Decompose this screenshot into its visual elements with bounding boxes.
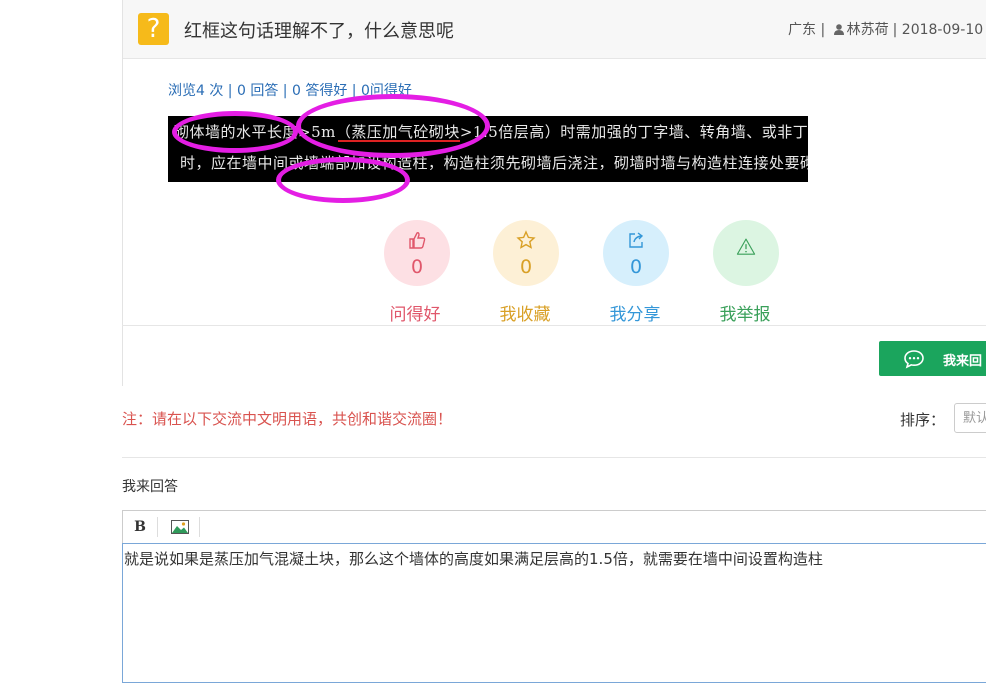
- author-name: 林苏荷: [846, 22, 889, 38]
- share-label[interactable]: 我分享: [595, 300, 675, 325]
- favorite-label[interactable]: 我收藏: [485, 300, 565, 325]
- share-count: 0: [629, 256, 643, 278]
- question-title: 红框这句话理解不了，什么意思呢: [184, 21, 454, 42]
- answers-count: 0 回答: [236, 83, 279, 99]
- report-label[interactable]: 我举报: [705, 300, 785, 325]
- answer-button-label: 我来回: [943, 354, 983, 369]
- like-button[interactable]: 0: [384, 220, 450, 286]
- like-label[interactable]: 问得好: [375, 300, 455, 325]
- question-meta: 广东 | 林苏荷| 2018-09-10 16: [788, 19, 986, 39]
- sort-select[interactable]: 默认: [954, 403, 986, 433]
- highlight-oval-3: [276, 157, 410, 203]
- views-count: 浏览4 次: [168, 83, 224, 99]
- highlight-oval-2: [296, 94, 490, 158]
- warning-icon: [736, 238, 756, 255]
- chat-bubble-icon: [904, 350, 924, 369]
- image-text-line-2: 时，应在墙中间或墙端部加设构造柱，构造柱须先砌墙后浇注，砌墙时墙与构造柱连接处要…: [180, 154, 808, 172]
- favorite-count: 0: [519, 256, 533, 278]
- share-button[interactable]: 0: [603, 220, 669, 286]
- good-answers-count: 0 答得好: [291, 83, 348, 99]
- question-body: [122, 58, 986, 386]
- like-count: 0: [410, 256, 424, 278]
- region: 广东: [788, 22, 816, 38]
- bold-button[interactable]: B: [123, 511, 157, 543]
- thumbs-up-icon: [409, 232, 426, 249]
- my-answer-heading: 我来回答: [122, 479, 178, 495]
- divider: [122, 325, 986, 326]
- share-icon: [629, 232, 644, 248]
- civility-notice: 注：请在以下交流中文明用语，共创和谐交流圈！: [122, 410, 453, 428]
- answer-button[interactable]: 我来回: [879, 341, 986, 376]
- star-icon: [516, 230, 536, 249]
- answer-editor[interactable]: 就是说如果是蒸压加气混凝土块，那么这个墙体的高度如果满足层高的1.5倍，就需要在…: [122, 543, 986, 683]
- toolbar-separator: [157, 517, 158, 537]
- author[interactable]: 林苏荷: [833, 22, 889, 38]
- question-icon: ?: [138, 13, 169, 45]
- insert-image-button[interactable]: [163, 511, 197, 543]
- divider-2: [122, 457, 986, 458]
- highlight-oval-1: [172, 111, 298, 153]
- image-icon: [171, 520, 189, 534]
- sort-label: 排序：: [900, 411, 946, 429]
- favorite-button[interactable]: 0: [493, 220, 559, 286]
- post-date: 2018-09-10 16: [901, 22, 986, 38]
- report-button[interactable]: [713, 220, 779, 286]
- user-icon: [833, 24, 844, 35]
- toolbar-separator: [199, 517, 200, 537]
- editor-toolbar: B: [122, 510, 986, 543]
